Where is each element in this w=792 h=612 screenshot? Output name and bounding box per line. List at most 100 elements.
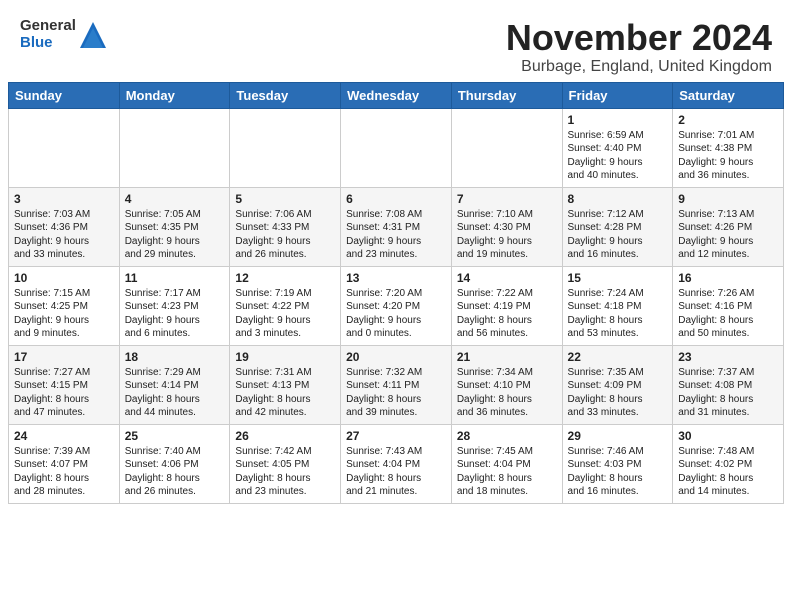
- calendar-cell: 21 Sunrise: 7:34 AM Sunset: 4:10 PM Dayli…: [451, 345, 562, 424]
- day-info: Sunrise: 7:22 AM Sunset: 4:19 PM Dayligh…: [457, 287, 557, 341]
- day-info: Sunrise: 7:31 AM Sunset: 4:13 PM Dayligh…: [235, 366, 335, 420]
- day-number: 23: [678, 350, 778, 364]
- logo: General Blue: [20, 18, 108, 51]
- calendar-cell: 28 Sunrise: 7:45 AM Sunset: 4:04 PM Dayli…: [451, 424, 562, 503]
- day-number: 20: [346, 350, 446, 364]
- calendar-cell: 16 Sunrise: 7:26 AM Sunset: 4:16 PM Dayli…: [673, 266, 784, 345]
- logo-icon: [78, 20, 108, 50]
- calendar-cell: 8Sunrise: 7:12 AM Sunset: 4:28 PM Daylig…: [562, 187, 673, 266]
- day-number: 19: [235, 350, 335, 364]
- weekday-header-tuesday: Tuesday: [230, 82, 341, 108]
- day-number: 16: [678, 271, 778, 285]
- day-number: 30: [678, 429, 778, 443]
- logo-blue: Blue: [20, 35, 76, 52]
- day-info: Sunrise: 7:27 AM Sunset: 4:15 PM Dayligh…: [14, 366, 114, 420]
- day-info: Sunrise: 7:40 AM Sunset: 4:06 PM Dayligh…: [125, 445, 225, 499]
- day-number: 29: [568, 429, 668, 443]
- weekday-header-sunday: Sunday: [9, 82, 120, 108]
- day-number: 6: [346, 192, 446, 206]
- calendar-cell: 6 Sunrise: 7:08 AM Sunset: 4:31 PM Daylig…: [341, 187, 452, 266]
- day-number: 15: [568, 271, 668, 285]
- day-number: 22: [568, 350, 668, 364]
- calendar-cell: 12 Sunrise: 7:19 AM Sunset: 4:22 PM Dayli…: [230, 266, 341, 345]
- title-block: November 2024 Burbage, England, United K…: [506, 18, 772, 76]
- calendar-cell: 14Sunrise: 7:22 AM Sunset: 4:19 PM Dayli…: [451, 266, 562, 345]
- calendar-cell: 4Sunrise: 7:05 AM Sunset: 4:35 PM Daylig…: [119, 187, 230, 266]
- calendar-cell: 26 Sunrise: 7:42 AM Sunset: 4:05 PM Dayli…: [230, 424, 341, 503]
- calendar-cell: 2 Sunrise: 7:01 AM Sunset: 4:38 PM Daylig…: [673, 108, 784, 187]
- day-number: 21: [457, 350, 557, 364]
- day-number: 2: [678, 113, 778, 127]
- calendar-cell: 19 Sunrise: 7:31 AM Sunset: 4:13 PM Dayli…: [230, 345, 341, 424]
- day-number: 1: [568, 113, 668, 127]
- weekday-header-friday: Friday: [562, 82, 673, 108]
- header: General Blue November 2024 Burbage, Engl…: [0, 0, 792, 82]
- day-number: 11: [125, 271, 225, 285]
- day-info: Sunrise: 7:03 AM Sunset: 4:36 PM Dayligh…: [14, 208, 114, 262]
- day-info: Sunrise: 7:32 AM Sunset: 4:11 PM Dayligh…: [346, 366, 446, 420]
- calendar-cell: [119, 108, 230, 187]
- calendar-cell: 24 Sunrise: 7:39 AM Sunset: 4:07 PM Dayli…: [9, 424, 120, 503]
- calendar-table: SundayMondayTuesdayWednesdayThursdayFrid…: [8, 82, 784, 504]
- calendar-cell: 17 Sunrise: 7:27 AM Sunset: 4:15 PM Dayli…: [9, 345, 120, 424]
- calendar-cell: 5 Sunrise: 7:06 AM Sunset: 4:33 PM Daylig…: [230, 187, 341, 266]
- day-info: Sunrise: 7:29 AM Sunset: 4:14 PM Dayligh…: [125, 366, 225, 420]
- weekday-header-saturday: Saturday: [673, 82, 784, 108]
- day-info: Sunrise: 7:05 AM Sunset: 4:35 PM Dayligh…: [125, 208, 225, 262]
- day-number: 17: [14, 350, 114, 364]
- calendar-cell: 29Sunrise: 7:46 AM Sunset: 4:03 PM Dayli…: [562, 424, 673, 503]
- day-info: Sunrise: 7:08 AM Sunset: 4:31 PM Dayligh…: [346, 208, 446, 262]
- calendar-cell: 25 Sunrise: 7:40 AM Sunset: 4:06 PM Dayli…: [119, 424, 230, 503]
- calendar-cell: 10Sunrise: 7:15 AM Sunset: 4:25 PM Dayli…: [9, 266, 120, 345]
- day-number: 13: [346, 271, 446, 285]
- weekday-header-wednesday: Wednesday: [341, 82, 452, 108]
- calendar-cell: [9, 108, 120, 187]
- day-info: Sunrise: 6:59 AM Sunset: 4:40 PM Dayligh…: [568, 129, 668, 183]
- calendar-cell: 9 Sunrise: 7:13 AM Sunset: 4:26 PM Daylig…: [673, 187, 784, 266]
- calendar-cell: [451, 108, 562, 187]
- day-info: Sunrise: 7:20 AM Sunset: 4:20 PM Dayligh…: [346, 287, 446, 341]
- day-info: Sunrise: 7:13 AM Sunset: 4:26 PM Dayligh…: [678, 208, 778, 262]
- calendar-cell: 1 Sunrise: 6:59 AM Sunset: 4:40 PM Daylig…: [562, 108, 673, 187]
- day-info: Sunrise: 7:37 AM Sunset: 4:08 PM Dayligh…: [678, 366, 778, 420]
- day-info: Sunrise: 7:26 AM Sunset: 4:16 PM Dayligh…: [678, 287, 778, 341]
- weekday-header-thursday: Thursday: [451, 82, 562, 108]
- day-number: 3: [14, 192, 114, 206]
- day-info: Sunrise: 7:06 AM Sunset: 4:33 PM Dayligh…: [235, 208, 335, 262]
- calendar-cell: 23 Sunrise: 7:37 AM Sunset: 4:08 PM Dayli…: [673, 345, 784, 424]
- day-info: Sunrise: 7:42 AM Sunset: 4:05 PM Dayligh…: [235, 445, 335, 499]
- day-info: Sunrise: 7:48 AM Sunset: 4:02 PM Dayligh…: [678, 445, 778, 499]
- calendar-cell: 13 Sunrise: 7:20 AM Sunset: 4:20 PM Dayli…: [341, 266, 452, 345]
- location: Burbage, England, United Kingdom: [506, 58, 772, 76]
- day-info: Sunrise: 7:15 AM Sunset: 4:25 PM Dayligh…: [14, 287, 114, 341]
- day-info: Sunrise: 7:19 AM Sunset: 4:22 PM Dayligh…: [235, 287, 335, 341]
- day-info: Sunrise: 7:35 AM Sunset: 4:09 PM Dayligh…: [568, 366, 668, 420]
- day-number: 7: [457, 192, 557, 206]
- day-info: Sunrise: 7:01 AM Sunset: 4:38 PM Dayligh…: [678, 129, 778, 183]
- day-number: 25: [125, 429, 225, 443]
- day-number: 5: [235, 192, 335, 206]
- day-info: Sunrise: 7:10 AM Sunset: 4:30 PM Dayligh…: [457, 208, 557, 262]
- calendar-cell: 11Sunrise: 7:17 AM Sunset: 4:23 PM Dayli…: [119, 266, 230, 345]
- calendar-cell: 30 Sunrise: 7:48 AM Sunset: 4:02 PM Dayli…: [673, 424, 784, 503]
- day-number: 24: [14, 429, 114, 443]
- logo-text: General Blue: [20, 18, 108, 51]
- day-number: 26: [235, 429, 335, 443]
- day-info: Sunrise: 7:34 AM Sunset: 4:10 PM Dayligh…: [457, 366, 557, 420]
- day-info: Sunrise: 7:12 AM Sunset: 4:28 PM Dayligh…: [568, 208, 668, 262]
- day-info: Sunrise: 7:45 AM Sunset: 4:04 PM Dayligh…: [457, 445, 557, 499]
- calendar-cell: 15 Sunrise: 7:24 AM Sunset: 4:18 PM Dayli…: [562, 266, 673, 345]
- month-title: November 2024: [506, 18, 772, 58]
- day-info: Sunrise: 7:43 AM Sunset: 4:04 PM Dayligh…: [346, 445, 446, 499]
- calendar-cell: [230, 108, 341, 187]
- calendar-cell: 27Sunrise: 7:43 AM Sunset: 4:04 PM Dayli…: [341, 424, 452, 503]
- day-number: 9: [678, 192, 778, 206]
- calendar-cell: 20 Sunrise: 7:32 AM Sunset: 4:11 PM Dayli…: [341, 345, 452, 424]
- weekday-header-monday: Monday: [119, 82, 230, 108]
- calendar-cell: 3 Sunrise: 7:03 AM Sunset: 4:36 PM Daylig…: [9, 187, 120, 266]
- day-number: 12: [235, 271, 335, 285]
- day-info: Sunrise: 7:39 AM Sunset: 4:07 PM Dayligh…: [14, 445, 114, 499]
- day-info: Sunrise: 7:24 AM Sunset: 4:18 PM Dayligh…: [568, 287, 668, 341]
- day-number: 28: [457, 429, 557, 443]
- logo-general: General: [20, 18, 76, 35]
